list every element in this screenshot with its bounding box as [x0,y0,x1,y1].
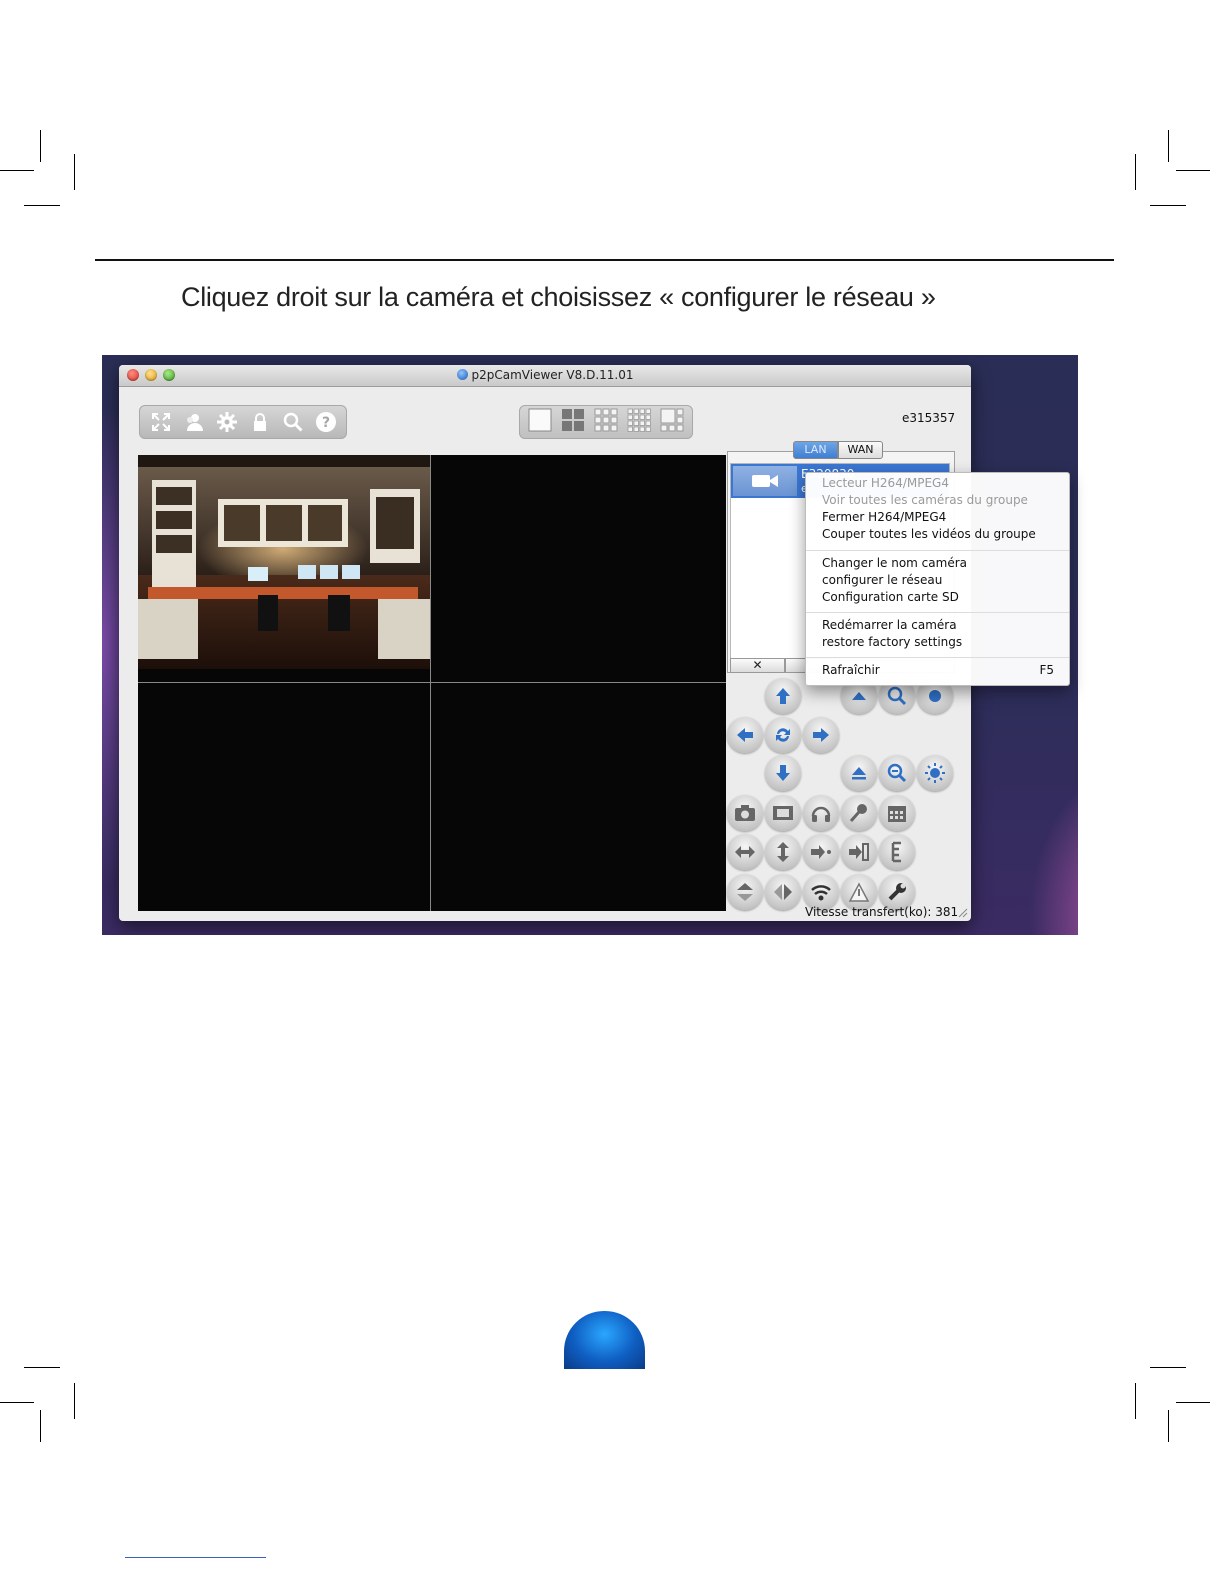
title-bar[interactable]: p2pCamViewer V8.D.11.01 [119,365,971,387]
flip-icon[interactable] [727,874,763,910]
vertical-patrol-icon[interactable] [765,834,801,870]
crop-mark [24,1367,60,1368]
app-icon [456,369,468,380]
menu-item-refresh[interactable]: Rafraîchir [822,663,880,677]
menu-item-h264-player[interactable]: Lecteur H264/MPEG4 [822,476,949,490]
footer-rule [125,1557,266,1558]
snapshot-icon[interactable] [727,795,763,831]
refresh-shortcut: F5 [1039,663,1054,677]
video-cell-4[interactable] [432,684,724,910]
crop-mark [1150,205,1186,206]
record-video-icon[interactable] [765,795,801,831]
crop-mark [1168,1410,1169,1442]
layout-9-icon[interactable] [594,408,618,436]
crop-mark [1176,1402,1210,1403]
page-marker [564,1311,645,1369]
focus-out-icon[interactable] [841,755,877,791]
menu-item-view-group[interactable]: Voir toutes les caméras du groupe [822,493,1028,507]
menu-item-stop-group-videos[interactable]: Couper toutes les vidéos du groupe [822,527,1036,541]
fullscreen-icon[interactable] [147,409,175,435]
grid-divider [430,455,431,911]
crop-mark [24,205,60,206]
menu-separator [806,657,1069,658]
users-icon[interactable] [180,409,208,435]
resize-grip-icon[interactable] [958,908,968,918]
brightness-icon[interactable] [917,755,953,791]
video-cell-1[interactable] [138,455,430,681]
menu-item-factory-reset[interactable]: restore factory settings [822,635,962,649]
crop-mark [1135,1383,1136,1419]
arrow-left-icon[interactable] [727,717,763,753]
search-icon[interactable] [279,409,307,435]
video-cell-2[interactable] [432,455,724,681]
menu-item-reboot-camera[interactable]: Redémarrer la caméra [822,618,957,632]
crop-mark [0,170,34,171]
tab-wan[interactable]: WAN [838,441,883,459]
layout-4-icon[interactable] [561,408,585,436]
menu-separator [806,550,1069,551]
menu-item-configure-network[interactable]: configurer le réseau [822,573,942,587]
main-toolbar: ? [139,405,347,439]
menu-item-sd-card-config[interactable]: Configuration carte SD [822,590,959,604]
context-menu: Lecteur H264/MPEG4 Voir toutes les camér… [805,472,1070,686]
crop-mark [74,1383,75,1419]
crop-mark [1150,1367,1186,1368]
zoom-out-icon[interactable] [879,755,915,791]
camera-feed-image [138,455,430,669]
video-grid [138,455,726,911]
network-tabs: LAN WAN [793,441,883,459]
menu-item-close-h264[interactable]: Fermer H264/MPEG4 [822,510,946,524]
crop-mark [1176,170,1210,171]
menu-item-rename-camera[interactable]: Changer le nom caméra [822,556,967,570]
help-icon[interactable]: ? [312,409,340,435]
rotate-icon[interactable] [765,717,801,753]
window-title: p2pCamViewer V8.D.11.01 [471,368,634,382]
layout-selector [519,405,693,439]
horizontal-patrol-icon[interactable] [727,834,763,870]
mirror-icon[interactable] [765,874,801,910]
ir-icon[interactable] [879,834,915,870]
crop-mark [0,1402,34,1403]
arrow-down-icon[interactable] [765,755,801,791]
layout-1-icon[interactable] [528,408,552,436]
instruction-text: Cliquez droit sur la caméra et choisisse… [181,282,936,312]
video-camera-icon [752,475,778,487]
svg-text:?: ? [321,415,329,431]
menu-separator [806,612,1069,613]
device-id: e315357 [902,411,956,425]
crop-mark [74,154,75,190]
crop-mark [40,130,41,162]
arrow-right-icon[interactable] [803,717,839,753]
lock-icon[interactable] [246,409,274,435]
headphones-icon[interactable] [803,795,839,831]
calendar-icon[interactable] [879,795,915,831]
preset-go-icon[interactable] [803,834,839,870]
gear-icon[interactable] [213,409,241,435]
tab-lan[interactable]: LAN [793,441,838,459]
layout-16-icon[interactable] [627,408,651,436]
preset-set-icon[interactable] [841,834,877,870]
crop-mark [1135,154,1136,190]
delete-camera-button[interactable]: ✕ [730,658,785,673]
microphone-icon[interactable] [841,795,877,831]
crop-mark [40,1410,41,1442]
layout-custom-icon[interactable] [660,408,684,436]
transfer-speed: Vitesse transfert(ko): 381 [805,905,959,919]
crop-mark [1168,130,1169,162]
video-cell-3[interactable] [138,684,430,910]
camera-thumbnail [733,466,797,496]
grid-divider [138,682,726,683]
arrow-up-icon[interactable] [765,678,801,714]
header-rule [95,259,1114,261]
